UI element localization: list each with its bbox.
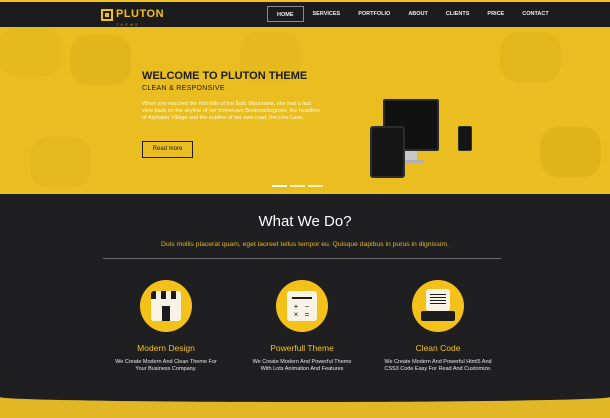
calculator-icon: + − × = — [276, 280, 328, 332]
read-more-button[interactable]: Read more — [142, 141, 193, 158]
menu-item-price[interactable]: PRICE — [478, 6, 513, 22]
hero-text: When she reached the first hills of the … — [142, 101, 320, 121]
phone-icon — [458, 126, 472, 151]
service-card: + − × = Powerfull Theme We Create Modern… — [247, 280, 357, 373]
calculator-icon-equals: = — [304, 310, 310, 319]
logo[interactable]: PLUTON THEME — [101, 4, 164, 27]
calculator-icon-mark — [292, 297, 312, 299]
section-subtitle: Duis mollis placerat quam, eget laoreet … — [161, 241, 449, 248]
code-icon-sheet — [426, 289, 450, 311]
logo-name: PLUTON — [116, 7, 165, 20]
top-navbar: PLUTON THEME HOME SERVICES PORTFOLIO ABO… — [0, 0, 610, 27]
shop-icon — [140, 280, 192, 332]
footer-curve — [0, 392, 610, 402]
section-divider — [103, 258, 501, 259]
service-title: Powerfull Theme — [270, 343, 334, 353]
menu-item-home[interactable]: HOME — [267, 6, 304, 22]
section-title: What We Do? — [258, 213, 352, 230]
logo-subtitle: THEME — [116, 21, 140, 27]
menu-item-contact[interactable]: CONTACT — [513, 6, 557, 22]
tablet-icon — [370, 126, 405, 178]
logo-wordmark: PLUTON THEME — [116, 4, 164, 27]
service-text: We Create Modern And Clean Theme For You… — [115, 359, 217, 372]
logo-icon — [101, 9, 113, 21]
slider-dot[interactable] — [272, 185, 287, 187]
shop-icon-awning — [151, 291, 181, 299]
slider-dot[interactable] — [290, 185, 305, 187]
shop-icon-door — [162, 306, 170, 321]
service-text: We Create Modern And Powerful Html5 And … — [384, 359, 492, 372]
hero-title: WELCOME TO PLUTON THEME — [142, 70, 308, 82]
menu-item-services[interactable]: SERVICES — [304, 6, 350, 22]
service-title: Modern Design — [137, 343, 195, 353]
code-icon — [412, 280, 464, 332]
hero-subtitle: CLEAN & RESPONSIVE — [142, 85, 225, 92]
slider-pagination — [272, 185, 323, 187]
main-menu: HOME SERVICES PORTFOLIO ABOUT CLIENTS PR… — [267, 6, 558, 22]
slider-dot[interactable] — [308, 185, 323, 187]
devices-illustration — [370, 99, 480, 179]
menu-item-about[interactable]: ABOUT — [399, 6, 437, 22]
code-icon-tray — [421, 311, 455, 321]
service-card: Clean Code We Create Modern And Powerful… — [383, 280, 493, 373]
service-title: Clean Code — [415, 343, 461, 353]
service-text: We Create Modern And Powerful Theme With… — [252, 359, 352, 372]
code-icon-lines — [430, 294, 446, 295]
menu-item-portfolio[interactable]: PORTFOLIO — [349, 6, 399, 22]
menu-item-clients[interactable]: CLIENTS — [437, 6, 479, 22]
service-card: Modern Design We Create Modern And Clean… — [111, 280, 221, 373]
calculator-icon-times: × — [293, 310, 299, 319]
